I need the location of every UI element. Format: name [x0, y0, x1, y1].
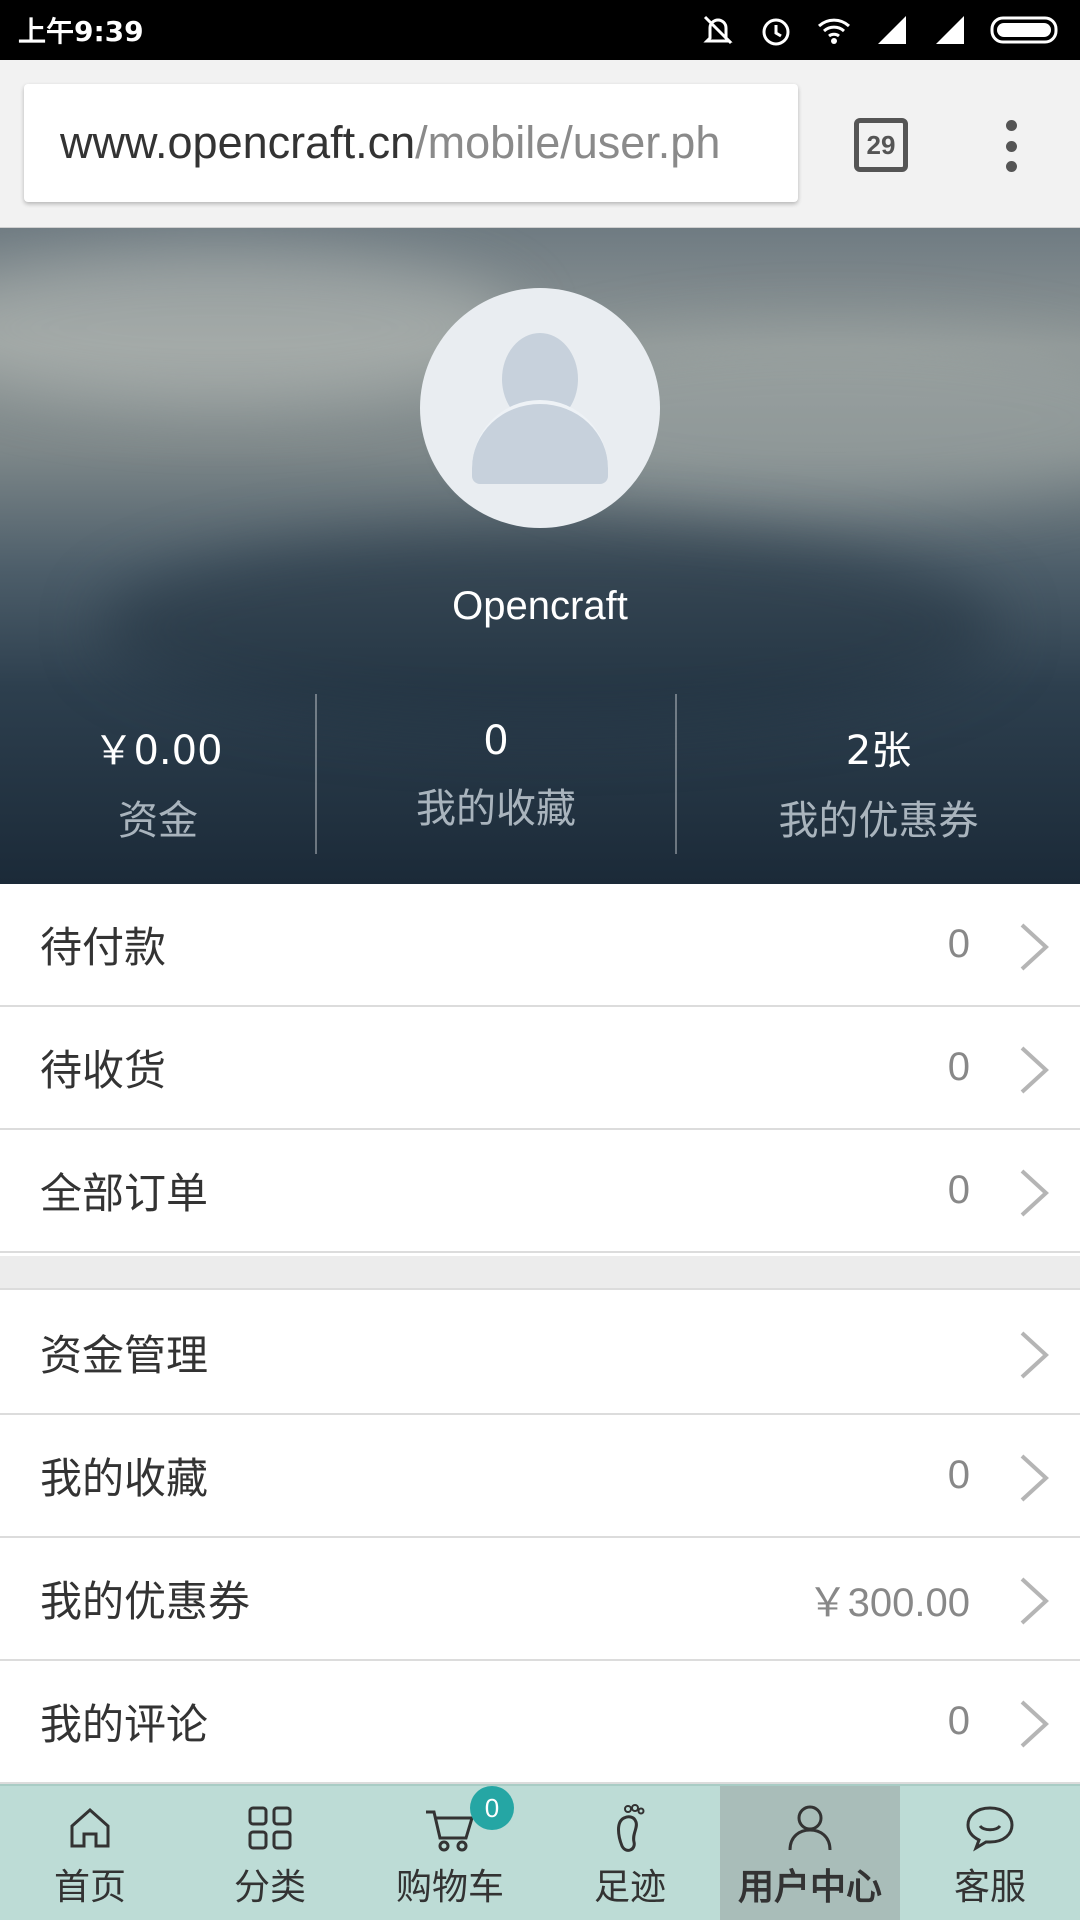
nav-user-center[interactable]: 用户中心	[720, 1786, 900, 1920]
row-label: 我的收藏	[40, 1454, 209, 1503]
signal-icon-2	[936, 16, 964, 44]
row-value: 0	[947, 1699, 970, 1743]
home-icon	[70, 1807, 110, 1848]
nav-cart[interactable]: 0 购物车	[360, 1786, 540, 1920]
browser-toolbar: www.opencraft.cn/mobile/user.ph 29	[0, 60, 1080, 228]
mute-icon	[703, 15, 733, 45]
row-label: 我的评论	[40, 1700, 209, 1749]
row-value: 0	[947, 1045, 970, 1089]
nav-footprints[interactable]: 足迹	[540, 1786, 720, 1920]
profile-header: Opencraft ￥0.00 资金 0 我的收藏 2张 我的优惠券	[0, 228, 1080, 884]
chevron-right-icon	[1020, 1700, 1049, 1748]
battery-icon	[990, 16, 1058, 44]
row-label: 待付款	[40, 923, 167, 972]
list-item-fund-management[interactable]: 资金管理	[0, 1292, 1080, 1415]
status-time: 上午9:39	[18, 15, 144, 48]
nav-label: 客服	[953, 1867, 1026, 1908]
list-item-all-orders[interactable]: 全部订单 0	[0, 1130, 1080, 1253]
chevron-right-icon	[1020, 1046, 1049, 1094]
wifi-icon	[817, 18, 851, 44]
section-gap	[0, 1256, 1080, 1290]
chevron-right-icon	[1020, 1454, 1049, 1502]
stat-value: ￥0.00	[93, 728, 223, 774]
chevron-right-icon	[1020, 1577, 1049, 1625]
tabs-button[interactable]: 29	[854, 118, 908, 172]
nav-category[interactable]: 分类	[180, 1786, 360, 1920]
stat-label: 我的收藏	[416, 786, 576, 832]
list-item-pending-receipt[interactable]: 待收货 0	[0, 1007, 1080, 1130]
more-menu-icon[interactable]	[990, 116, 1032, 176]
row-value: 0	[947, 1168, 970, 1212]
stat-favorites[interactable]: 0 我的收藏	[317, 718, 675, 834]
list-item-my-reviews[interactable]: 我的评论 0	[0, 1661, 1080, 1784]
status-icons	[700, 12, 1062, 48]
status-bar: 上午9:39	[0, 0, 1080, 60]
account-list: 资金管理 我的收藏 0 我的优惠券 ￥300.00 我的评论 0	[0, 1292, 1080, 1784]
row-value: 0	[947, 922, 970, 966]
nav-home[interactable]: 首页	[0, 1786, 180, 1920]
url-path: /mobile/user.ph	[415, 117, 721, 168]
nav-label: 足迹	[593, 1867, 666, 1908]
chevron-right-icon	[1020, 1169, 1049, 1217]
chevron-right-icon	[1020, 923, 1049, 971]
nav-label: 购物车	[395, 1867, 504, 1908]
stat-value: 0	[483, 718, 509, 764]
stat-value: 2张	[845, 728, 912, 774]
list-item-my-favorites[interactable]: 我的收藏 0	[0, 1415, 1080, 1538]
grid-icon	[248, 1806, 292, 1850]
avatar[interactable]	[420, 288, 660, 528]
stat-label: 我的优惠券	[778, 798, 979, 844]
row-label: 待收货	[40, 1046, 167, 1095]
list-item-pending-payment[interactable]: 待付款 0	[0, 884, 1080, 1007]
alarm-icon	[762, 18, 790, 46]
nav-label: 用户中心	[737, 1867, 882, 1908]
list-item-my-coupons[interactable]: 我的优惠券 ￥300.00	[0, 1538, 1080, 1661]
url-domain: www.opencraft.cn	[60, 117, 416, 168]
username: Opencraft	[452, 584, 628, 628]
stat-label: 资金	[118, 798, 198, 844]
nav-customer-service[interactable]: 客服	[900, 1786, 1080, 1920]
chat-icon	[966, 1806, 1014, 1852]
nav-label: 分类	[233, 1867, 306, 1908]
chevron-right-icon	[1020, 1331, 1049, 1379]
row-label: 资金管理	[40, 1331, 209, 1380]
stat-coupons[interactable]: 2张 我的优惠券	[677, 718, 1080, 846]
row-label: 全部订单	[40, 1169, 209, 1218]
url-bar[interactable]: www.opencraft.cn/mobile/user.ph	[24, 84, 798, 202]
bottom-nav: 首页 分类 0 购物车 足迹 用户中心 客服	[0, 1784, 1080, 1920]
signal-icon	[878, 16, 906, 44]
nav-label: 首页	[53, 1867, 126, 1908]
cart-badge: 0	[470, 1786, 514, 1830]
row-label: 我的优惠券	[40, 1577, 251, 1626]
orders-list: 待付款 0 待收货 0 全部订单 0	[0, 884, 1080, 1253]
stat-funds[interactable]: ￥0.00 资金	[0, 718, 316, 846]
row-value: ￥300.00	[807, 1580, 970, 1625]
footprint-icon	[617, 1804, 645, 1852]
row-value: 0	[947, 1453, 970, 1497]
user-icon	[788, 1805, 832, 1851]
